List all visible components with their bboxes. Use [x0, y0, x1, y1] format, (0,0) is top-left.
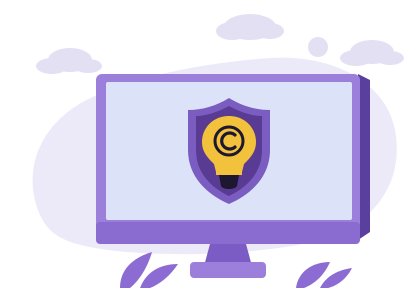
leaf-icon — [120, 252, 178, 288]
monitor-chin — [96, 222, 360, 244]
leaf-icon — [296, 262, 352, 288]
lightbulb-collar — [216, 170, 242, 175]
lightbulb-base — [219, 175, 239, 189]
cloud-icon — [36, 48, 102, 74]
cloud-icon — [340, 40, 404, 66]
copyright-protection-illustration — [32, 14, 404, 288]
monitor-stand-base — [190, 262, 266, 278]
cloud-icon — [216, 14, 284, 40]
cloud-dot — [308, 37, 328, 57]
